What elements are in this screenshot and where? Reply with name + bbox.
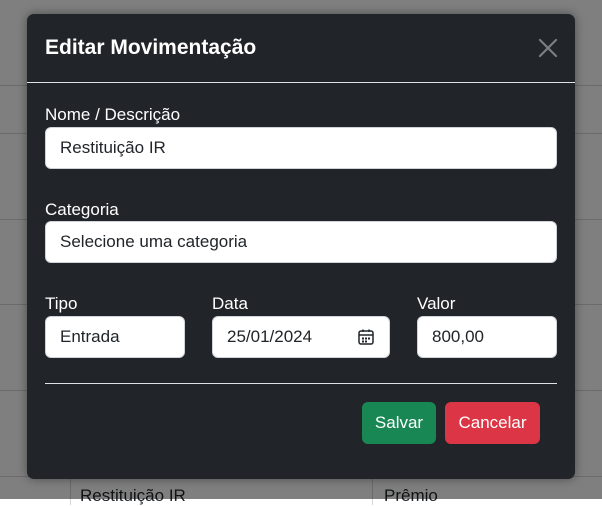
amount-input[interactable] [417, 316, 557, 358]
date-value: 25/01/2024 [227, 327, 313, 346]
name-input[interactable] [45, 127, 557, 169]
date-label: Data [212, 294, 248, 313]
name-label: Nome / Descrição [45, 105, 181, 124]
modal-title: Editar Movimentação [45, 36, 257, 59]
edit-transaction-modal: Editar Movimentação Nome / Descrição Cat… [27, 14, 575, 479]
category-select[interactable]: Selecione uma categoria [45, 221, 557, 263]
close-icon [538, 38, 558, 58]
header-divider [27, 82, 575, 83]
calendar-icon[interactable] [357, 328, 375, 346]
close-button[interactable] [535, 35, 561, 61]
type-label: Tipo [45, 294, 78, 313]
type-select[interactable]: Entrada [45, 316, 185, 358]
footer-divider [45, 383, 557, 384]
cancel-button[interactable]: Cancelar [445, 402, 540, 444]
category-label: Categoria [45, 200, 119, 219]
amount-label: Valor [417, 294, 456, 313]
date-input[interactable]: 25/01/2024 [212, 316, 390, 358]
save-button[interactable]: Salvar [362, 402, 436, 444]
